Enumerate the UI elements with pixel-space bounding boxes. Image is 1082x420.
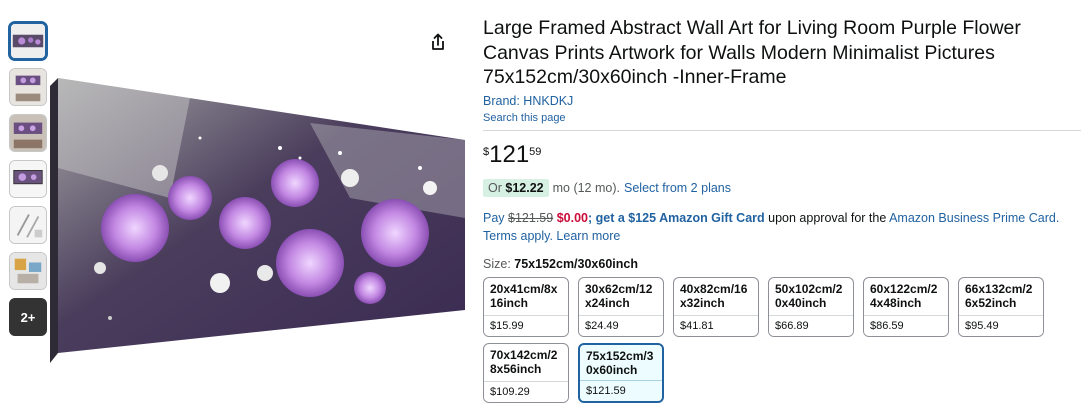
thumbnail-2[interactable] xyxy=(9,68,47,106)
main-product-image[interactable] xyxy=(50,78,465,363)
size-option[interactable]: 50x102cm/20x40inch $66.89 xyxy=(768,276,854,337)
size-options: 20x41cm/8x16inch $15.99 30x62cm/12x24inc… xyxy=(483,276,1073,403)
size-option[interactable]: 20x41cm/8x16inch $15.99 xyxy=(483,276,569,337)
size-option-price: $86.59 xyxy=(864,314,948,336)
thumbnail-image xyxy=(10,207,46,243)
thumbnail-6[interactable] xyxy=(9,252,47,290)
product-title: Large Framed Abstract Wall Art for Livin… xyxy=(483,17,1021,88)
size-option-selected[interactable]: 75x152cm/30x60inch $121.59 xyxy=(578,342,664,403)
size-option-price: $24.49 xyxy=(579,314,663,336)
size-option-name: 75x152cm/30x60inch xyxy=(580,344,662,380)
size-option-price: $95.49 xyxy=(959,314,1043,336)
product-details: Large Framed Abstract Wall Art for Livin… xyxy=(483,16,1081,403)
thumbnail-image xyxy=(10,69,46,105)
promo-pay: Pay xyxy=(483,210,505,225)
size-option[interactable]: 66x132cm/26x52inch $95.49 xyxy=(958,276,1044,337)
size-option-name: 40x82cm/16x32inch xyxy=(680,281,748,310)
promo-upon: upon approval for the xyxy=(768,210,887,225)
brand-link[interactable]: Brand: HNKDKJ xyxy=(483,94,1073,108)
monthly-term: mo (12 mo). xyxy=(552,180,620,195)
promo-new-price: $0.00 xyxy=(556,210,588,225)
size-option-name: 50x102cm/20x40inch xyxy=(775,281,843,310)
thumbnail-5[interactable] xyxy=(9,206,47,244)
select-plans-link[interactable]: Select from 2 plans xyxy=(624,181,731,195)
canvas-art-illustration xyxy=(50,78,465,363)
thumbnail-image xyxy=(10,161,46,197)
search-this-page-link[interactable]: Search this page xyxy=(483,112,1073,124)
promo-terms-link[interactable]: Terms apply. xyxy=(483,229,553,243)
more-images-label: 2+ xyxy=(20,309,36,325)
size-option-price: $15.99 xyxy=(484,314,568,336)
thumbnail-image xyxy=(11,24,45,58)
share-icon[interactable] xyxy=(428,32,448,52)
size-option-price: $41.81 xyxy=(674,314,758,336)
size-label: Size: 75x152cm/30x60inch xyxy=(483,257,1073,271)
size-option-name: 20x41cm/8x16inch xyxy=(490,281,558,310)
size-option-name: 60x122cm/24x48inch xyxy=(870,281,938,310)
size-option-price: $121.59 xyxy=(580,379,662,401)
price-whole: 121 xyxy=(489,140,530,168)
thumbnail-1[interactable] xyxy=(9,22,47,60)
size-option[interactable]: 60x122cm/24x48inch $86.59 xyxy=(863,276,949,337)
monthly-payment: Or $12.22 mo (12 mo). Select from 2 plan… xyxy=(483,178,1073,197)
promo-gift-card[interactable]: $125 Amazon Gift Card xyxy=(628,211,764,225)
thumbnail-image xyxy=(10,253,46,289)
monthly-payment-badge: Or $12.22 xyxy=(483,178,549,197)
thumbnail-strip: 2+ xyxy=(9,22,47,344)
size-option-price: $109.29 xyxy=(484,380,568,402)
size-label-text: Size: xyxy=(483,256,511,271)
more-images-button[interactable]: 2+ xyxy=(9,298,47,336)
size-option-name: 70x142cm/28x56inch xyxy=(490,347,558,376)
business-card-promo: Pay $121.59 $0.00; get a $125 Amazon Gif… xyxy=(483,209,1079,245)
promo-get: ; get a xyxy=(587,210,625,225)
monthly-amount: $12.22 xyxy=(505,180,544,195)
selected-size: 75x152cm/30x60inch xyxy=(514,256,638,271)
promo-old-price: $121.59 xyxy=(508,210,554,225)
thumbnail-4[interactable] xyxy=(9,160,47,198)
size-option-price: $66.89 xyxy=(769,314,853,336)
size-option[interactable]: 40x82cm/16x32inch $41.81 xyxy=(673,276,759,337)
price-fraction: 59 xyxy=(529,145,542,158)
learn-more-link[interactable]: Learn more xyxy=(556,229,620,243)
thumbnail-3[interactable] xyxy=(9,114,47,152)
divider xyxy=(483,129,1081,131)
promo-card-link[interactable]: Amazon Business Prime Card. xyxy=(889,211,1059,225)
price: $ 121 59 xyxy=(483,140,1073,168)
size-option[interactable]: 70x142cm/28x56inch $109.29 xyxy=(483,342,569,403)
size-option-name: 66x132cm/26x52inch xyxy=(965,281,1033,310)
size-option-name: 30x62cm/12x24inch xyxy=(585,281,653,310)
size-option[interactable]: 30x62cm/12x24inch $24.49 xyxy=(578,276,664,337)
monthly-lead: Or xyxy=(488,180,502,195)
thumbnail-image xyxy=(10,115,46,151)
